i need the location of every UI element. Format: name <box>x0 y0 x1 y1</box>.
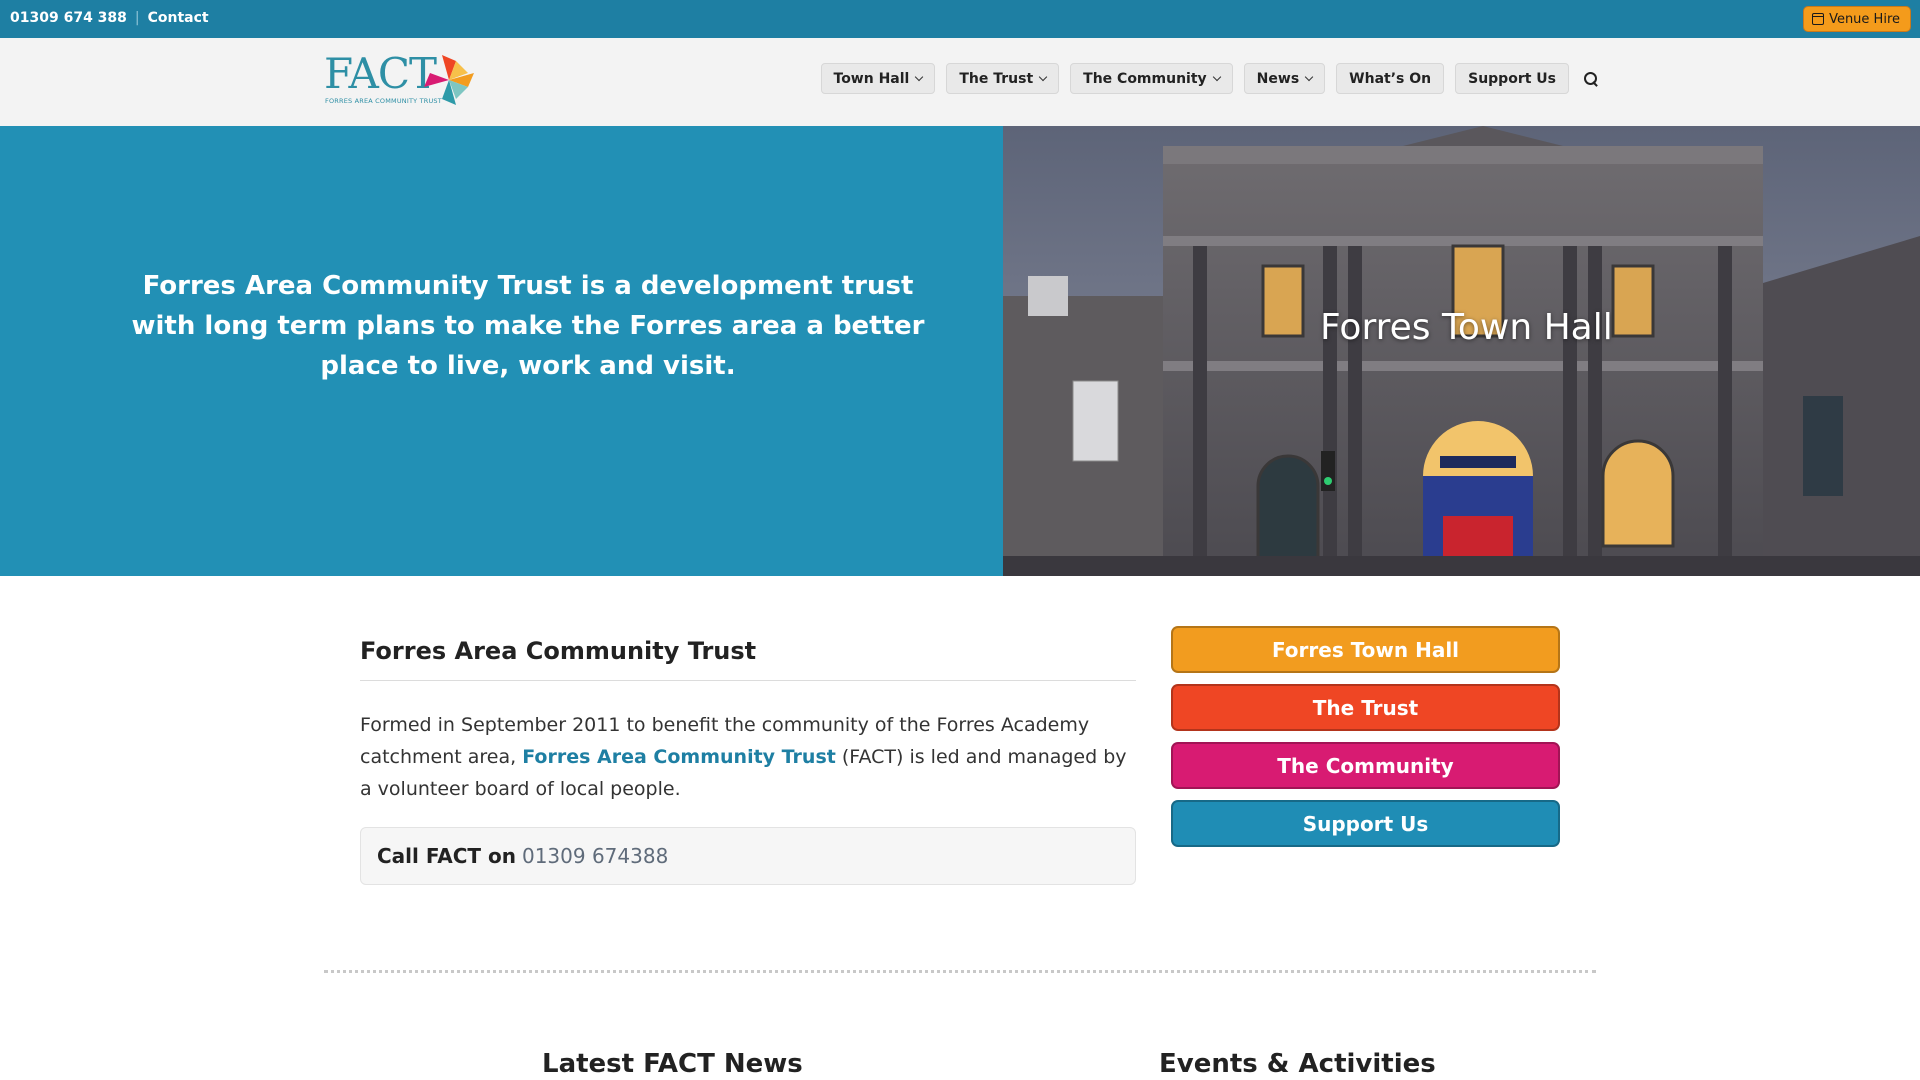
chevron-down-icon <box>1304 72 1314 82</box>
call-box: Call FACT on 01309 674388 <box>360 827 1136 885</box>
the-community-button[interactable]: The Community <box>1171 742 1560 789</box>
phone-number[interactable]: 01309 674 388 <box>10 10 127 26</box>
nav-label: The Trust <box>959 70 1034 87</box>
calendar-icon <box>1812 13 1825 25</box>
logo-text: FACT <box>324 49 437 98</box>
section-divider <box>324 970 1596 973</box>
nav-item-the-community[interactable]: The Community <box>1070 63 1233 94</box>
town-hall-photo <box>1003 126 1920 576</box>
hero-intro-text: Forres Area Community Trust is a develop… <box>131 271 925 381</box>
search-icon[interactable] <box>1582 70 1600 88</box>
hero-caption: Forres Town Hall <box>1320 307 1613 348</box>
nav-item-news[interactable]: News <box>1243 63 1326 94</box>
top-bar: 01309 674 388 | Contact Venue Hire <box>0 0 1920 38</box>
the-trust-button[interactable]: The Trust <box>1171 684 1560 731</box>
nav-item-support-us[interactable]: Support Us <box>1455 63 1569 94</box>
latest-news-heading: Latest FACT News <box>542 1049 803 1079</box>
events-heading: Events & Activities <box>1159 1049 1436 1079</box>
chevron-down-icon <box>1212 72 1221 82</box>
support-us-button[interactable]: Support Us <box>1171 800 1560 847</box>
top-bar-contact-info: 01309 674 388 | Contact <box>10 10 209 26</box>
nav-item-town-hall[interactable]: Town Hall <box>820 63 936 94</box>
chevron-down-icon <box>1038 72 1048 82</box>
nav-label: Support Us <box>1468 70 1556 87</box>
main-nav: Town Hall The Trust The Community News W… <box>820 63 1601 94</box>
intro-paragraph: Formed in September 2011 to benefit the … <box>360 709 1136 805</box>
forres-town-hall-button[interactable]: Forres Town Hall <box>1171 626 1560 673</box>
contact-link[interactable]: Contact <box>148 10 209 26</box>
quick-links: Forres Town Hall The Trust The Community… <box>1171 626 1560 858</box>
call-label: Call FACT on <box>377 844 516 868</box>
chevron-down-icon <box>915 72 924 82</box>
heading-divider <box>360 680 1136 681</box>
nav-label: Town Hall <box>833 70 910 87</box>
venue-hire-label: Venue Hire <box>1829 11 1900 27</box>
nav-label: News <box>1256 70 1300 87</box>
hero-intro-panel: Forres Area Community Trust is a develop… <box>0 126 1003 576</box>
site-header: FACT FORRES AREA COMMUNITY TRUST Town Ha… <box>0 38 1920 126</box>
nav-label: The Community <box>1083 70 1207 87</box>
fact-link[interactable]: Forres Area Community Trust <box>522 746 836 768</box>
nav-item-the-trust[interactable]: The Trust <box>946 63 1060 94</box>
separator: | <box>134 10 140 26</box>
pinwheel-logo-icon <box>424 55 474 105</box>
call-phone-link[interactable]: 01309 674388 <box>522 844 668 868</box>
main-heading: Forres Area Community Trust <box>360 637 757 665</box>
nav-item-whats-on[interactable]: What’s On <box>1336 63 1445 94</box>
town-hall-illustration <box>1003 126 1920 576</box>
fact-logo[interactable]: FACT FORRES AREA COMMUNITY TRUST <box>324 53 476 109</box>
nav-label: What’s On <box>1349 70 1432 87</box>
venue-hire-button[interactable]: Venue Hire <box>1803 6 1911 32</box>
